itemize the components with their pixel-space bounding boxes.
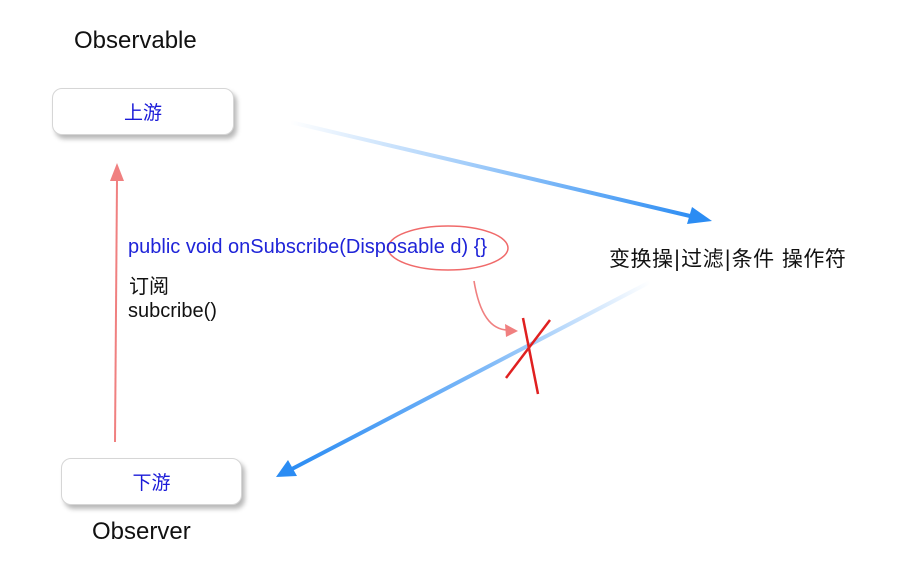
downstream-node-label: 下游 bbox=[132, 472, 171, 494]
code-disposable: Disposable bbox=[345, 236, 445, 258]
code-prefix: public void onSubscribe( bbox=[128, 236, 346, 258]
upstream-to-operators-arrow bbox=[288, 120, 712, 224]
observer-title: Observer bbox=[92, 518, 191, 545]
code-suffix: d) {} bbox=[444, 236, 488, 258]
operators-to-downstream-arrow bbox=[276, 280, 652, 477]
observable-title: Observable bbox=[74, 27, 197, 54]
subscribe-call-label: subcribe() bbox=[128, 300, 217, 322]
downstream-node: 下游 bbox=[61, 458, 242, 505]
disposable-curve-arrow bbox=[473, 280, 518, 337]
onsubscribe-code: public void onSubscribe(Disposable d) {} bbox=[128, 236, 487, 259]
upstream-node: 上游 bbox=[52, 88, 234, 135]
upstream-node-label: 上游 bbox=[123, 102, 162, 124]
subscribe-label-cn: 订阅 bbox=[129, 274, 169, 298]
subscribe-arrow bbox=[110, 163, 124, 443]
operators-label: 变换操|过滤|条件 操作符 bbox=[609, 247, 847, 271]
